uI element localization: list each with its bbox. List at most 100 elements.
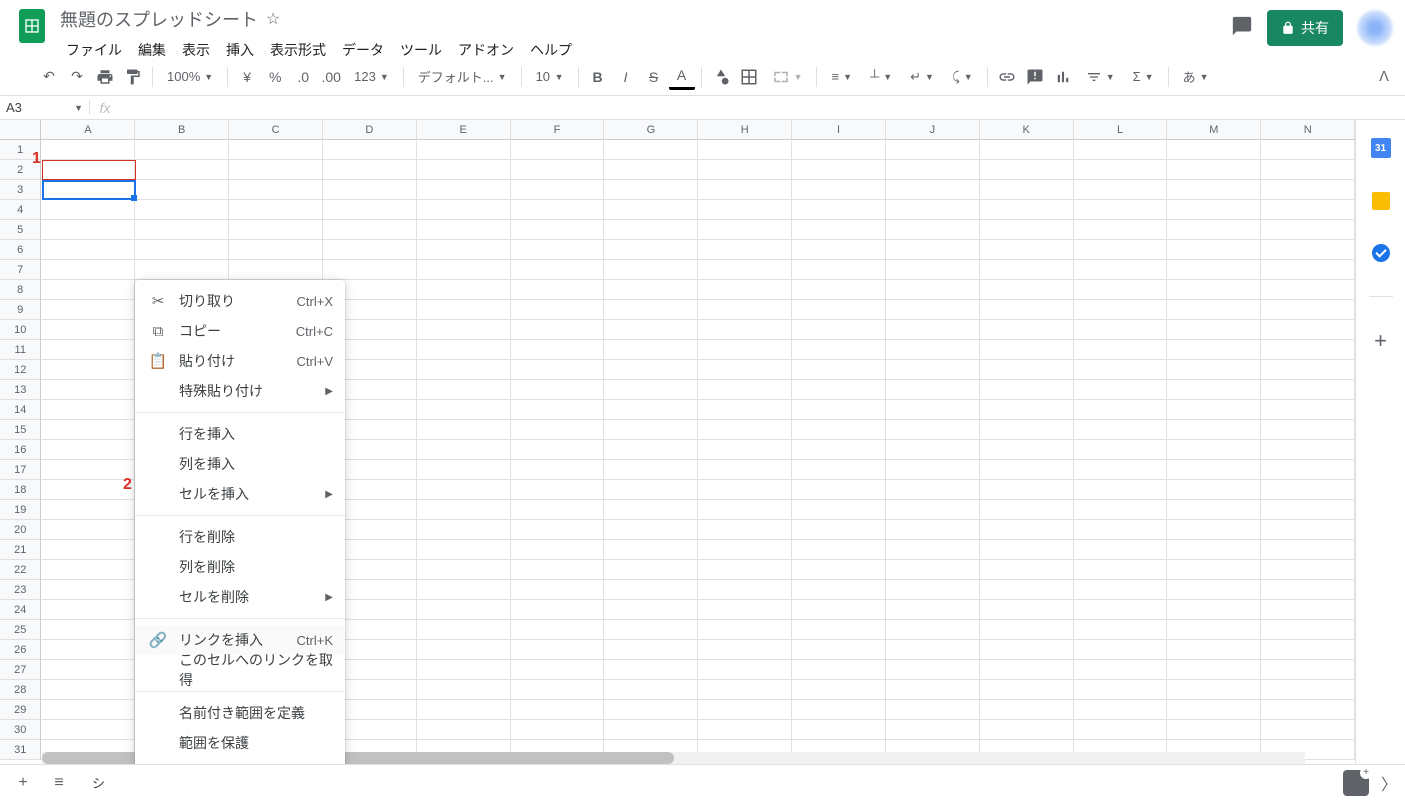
menu-item-paste-special[interactable]: 特殊貼り付け▶: [135, 376, 345, 406]
cell[interactable]: [1261, 180, 1355, 200]
cell[interactable]: [1261, 580, 1355, 600]
cell[interactable]: [1074, 520, 1168, 540]
cell[interactable]: [698, 600, 792, 620]
cell[interactable]: [980, 200, 1074, 220]
cell[interactable]: [511, 640, 605, 660]
cell[interactable]: [41, 240, 135, 260]
cell[interactable]: [1074, 540, 1168, 560]
cell[interactable]: [417, 520, 511, 540]
cell[interactable]: [1261, 660, 1355, 680]
text-rotation-button[interactable]: ⤹▼: [944, 64, 981, 90]
cell[interactable]: [511, 720, 605, 740]
cell[interactable]: [698, 360, 792, 380]
insert-comment-button[interactable]: [1022, 64, 1048, 90]
cell[interactable]: [511, 520, 605, 540]
cell[interactable]: [511, 680, 605, 700]
cell[interactable]: [886, 660, 980, 680]
cell[interactable]: [604, 400, 698, 420]
cell[interactable]: [1167, 540, 1261, 560]
cell[interactable]: [511, 400, 605, 420]
cell[interactable]: [886, 260, 980, 280]
cell[interactable]: [1167, 720, 1261, 740]
cell[interactable]: [604, 480, 698, 500]
sheet-tab[interactable]: シ: [80, 767, 117, 798]
cell[interactable]: [511, 660, 605, 680]
cell[interactable]: [41, 220, 135, 240]
zoom-select[interactable]: 100%▼: [159, 64, 221, 90]
cell[interactable]: [1074, 220, 1168, 240]
cell[interactable]: [886, 520, 980, 540]
cell[interactable]: [511, 360, 605, 380]
cell[interactable]: [135, 220, 229, 240]
cell[interactable]: [41, 380, 135, 400]
cell[interactable]: [792, 160, 886, 180]
cell[interactable]: [604, 720, 698, 740]
cell[interactable]: [886, 700, 980, 720]
row-header[interactable]: 14: [0, 400, 41, 420]
cell[interactable]: [886, 680, 980, 700]
cell[interactable]: [698, 720, 792, 740]
cell[interactable]: [417, 140, 511, 160]
cell[interactable]: [511, 480, 605, 500]
cell[interactable]: [511, 460, 605, 480]
cell[interactable]: [886, 300, 980, 320]
cell[interactable]: [511, 620, 605, 640]
cell[interactable]: [1167, 400, 1261, 420]
cell[interactable]: [1167, 360, 1261, 380]
cell[interactable]: [886, 720, 980, 740]
cell[interactable]: [1074, 160, 1168, 180]
borders-button[interactable]: [736, 64, 762, 90]
cell[interactable]: [886, 160, 980, 180]
cell[interactable]: [792, 600, 886, 620]
cell[interactable]: [698, 380, 792, 400]
cell[interactable]: [417, 500, 511, 520]
cell[interactable]: [698, 160, 792, 180]
cell[interactable]: [41, 400, 135, 420]
cell[interactable]: [604, 700, 698, 720]
text-color-button[interactable]: A: [669, 64, 695, 90]
cell[interactable]: [1167, 280, 1261, 300]
cell[interactable]: [41, 260, 135, 280]
cell[interactable]: [792, 680, 886, 700]
cell[interactable]: [229, 200, 323, 220]
cell[interactable]: [417, 460, 511, 480]
merge-cells-button[interactable]: ▼: [764, 64, 811, 90]
cell[interactable]: [1074, 420, 1168, 440]
cell[interactable]: [41, 640, 135, 660]
row-header[interactable]: 22: [0, 560, 41, 580]
cell[interactable]: [792, 440, 886, 460]
cell[interactable]: [886, 620, 980, 640]
row-header[interactable]: 11: [0, 340, 41, 360]
cell[interactable]: [698, 540, 792, 560]
cell[interactable]: [886, 460, 980, 480]
cell[interactable]: [604, 220, 698, 240]
cell[interactable]: [886, 360, 980, 380]
cell[interactable]: [1074, 720, 1168, 740]
cell[interactable]: [1261, 500, 1355, 520]
row-header[interactable]: 10: [0, 320, 41, 340]
cell[interactable]: [41, 340, 135, 360]
cell[interactable]: [792, 400, 886, 420]
row-header[interactable]: 28: [0, 680, 41, 700]
cell[interactable]: [792, 140, 886, 160]
row-header[interactable]: 17: [0, 460, 41, 480]
cell[interactable]: [980, 300, 1074, 320]
cell[interactable]: [511, 320, 605, 340]
cell[interactable]: [604, 140, 698, 160]
cell[interactable]: [886, 420, 980, 440]
cell[interactable]: [792, 220, 886, 240]
calendar-icon[interactable]: 31: [1371, 138, 1391, 158]
cell[interactable]: [1261, 220, 1355, 240]
cell[interactable]: [1074, 500, 1168, 520]
cell[interactable]: [604, 200, 698, 220]
cell[interactable]: [698, 620, 792, 640]
cell[interactable]: [980, 320, 1074, 340]
cell[interactable]: [604, 180, 698, 200]
menu-view[interactable]: 表示: [176, 36, 216, 64]
cell[interactable]: [1261, 560, 1355, 580]
cell[interactable]: [1261, 260, 1355, 280]
column-header-D[interactable]: D: [323, 120, 417, 140]
cell[interactable]: [323, 160, 417, 180]
cell[interactable]: [792, 380, 886, 400]
cell[interactable]: [1167, 300, 1261, 320]
